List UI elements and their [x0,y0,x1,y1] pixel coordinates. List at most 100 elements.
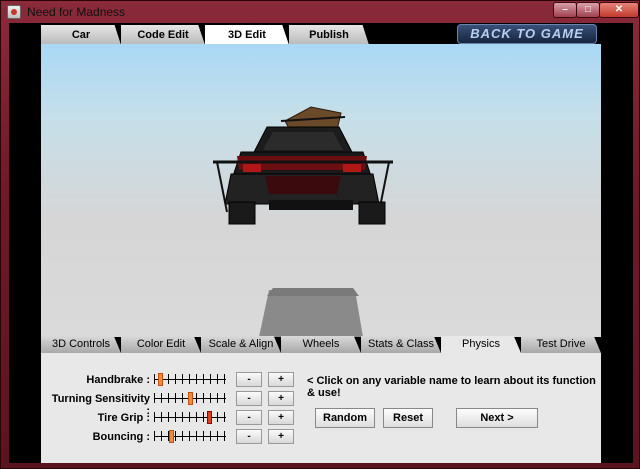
slider-tick [196,431,197,441]
tab-3d-controls[interactable]: 3D Controls [41,336,121,353]
minimize-button[interactable]: – [553,2,577,18]
random-button[interactable]: Random [315,408,375,428]
slider-tick [196,412,197,422]
slider-track [154,436,226,437]
slider-tick [182,412,183,422]
tire-grip-slider[interactable] [154,411,226,424]
right-taillight [343,164,361,172]
tab-stats-class[interactable]: Stats & Class [361,336,441,353]
right-margin [601,353,633,463]
slider-knob[interactable] [188,392,193,405]
slider-tick [189,374,190,384]
slider-tick [168,374,169,384]
bouncing-plus-button[interactable]: + [268,429,294,444]
slider-tick [168,412,169,422]
bumper-red [265,176,341,194]
tab-scale-align[interactable]: Scale & Align [201,336,281,353]
slider-tick [196,393,197,403]
slider-tick [189,431,190,441]
slider-tick [161,412,162,422]
turning-sensitivity-minus-button[interactable]: - [236,391,262,406]
slider-tick [182,393,183,403]
maximize-button[interactable]: □ [576,2,600,18]
car-shadow [259,290,363,337]
slider-track [154,379,226,380]
slider-tick [196,374,197,384]
slider-tick [154,431,155,441]
editor-area: Car Code Edit 3D Edit Publish BACK TO GA… [9,23,633,463]
slider-tick [224,412,225,422]
bouncing-label[interactable]: Bouncing : [46,431,150,443]
turning-sensitivity-slider[interactable] [154,392,226,405]
slider-tick [210,431,211,441]
slider-tick [203,393,204,403]
bottom-tab-bar: 3D Controls Color Edit Scale & Align Whe… [41,336,601,353]
slider-tick [154,393,155,403]
turning-sensitivity-plus-button[interactable]: + [268,391,294,406]
car-model [213,106,393,337]
slider-tick [224,393,225,403]
close-button[interactable]: ✕ [599,2,639,18]
tab-car[interactable]: Car [41,25,121,45]
rear-window [263,132,343,150]
handbrake-slider[interactable] [154,373,226,386]
tab-3d-edit[interactable]: 3D Edit [205,25,289,45]
3d-viewport[interactable] [41,44,601,337]
app-icon [7,5,21,19]
slider-tick [224,431,225,441]
back-to-game-button[interactable]: BACK TO GAME [457,24,597,44]
slider-tick [175,431,176,441]
handbrake-plus-button[interactable]: + [268,372,294,387]
slider-tick [182,374,183,384]
slider-tick [203,431,204,441]
slider-tick [217,374,218,384]
slider-tick [168,393,169,403]
slider-tick [189,412,190,422]
slider-tick [217,412,218,422]
tab-color-edit[interactable]: Color Edit [121,336,201,353]
tab-physics[interactable]: Physics [441,336,521,353]
slider-knob[interactable] [169,430,174,443]
slider-tick [224,374,225,384]
bouncing-slider[interactable] [154,430,226,443]
slider-tick [175,374,176,384]
tire-grip-minus-button[interactable]: - [236,410,262,425]
window-title: Need for Madness [27,5,126,19]
tab-wheels[interactable]: Wheels [281,336,361,353]
slider-knob[interactable] [158,373,163,386]
bouncing-minus-button[interactable]: - [236,429,262,444]
slider-tick [175,393,176,403]
slider-tick [154,412,155,422]
rear-diffuser [269,200,353,210]
slider-tick [217,393,218,403]
slider-tick [210,393,211,403]
physics-panel: Handbrake : - + Turning Sensitivity : - … [41,353,601,463]
slider-knob[interactable] [207,411,212,424]
slider-tick [182,431,183,441]
title-bar[interactable]: Need for Madness – □ ✕ [1,1,640,23]
slider-tick [154,374,155,384]
next-button[interactable]: Next > [456,408,538,428]
slider-tick [203,374,204,384]
slider-tick [161,393,162,403]
tire-grip-label[interactable]: Tire Grip : [46,412,150,424]
slider-tick [203,412,204,422]
slider-tick [217,431,218,441]
car-shadow-top [267,288,359,296]
handbrake-label[interactable]: Handbrake : [46,374,150,386]
slider-track [154,417,226,418]
handbrake-minus-button[interactable]: - [236,372,262,387]
variable-help-hint: < Click on any variable name to learn ab… [307,375,596,399]
tire-grip-plus-button[interactable]: + [268,410,294,425]
tab-code-edit[interactable]: Code Edit [121,25,205,45]
left-taillight [243,164,261,172]
left-wheel [228,201,256,225]
app-window: Need for Madness – □ ✕ Car Code Edit 3D … [0,0,640,469]
tab-publish[interactable]: Publish [289,25,369,45]
slider-tick [161,431,162,441]
reset-button[interactable]: Reset [383,408,433,428]
slider-tick [175,412,176,422]
slider-tick [210,374,211,384]
right-wheel [358,201,386,225]
tab-test-drive[interactable]: Test Drive [521,336,601,353]
